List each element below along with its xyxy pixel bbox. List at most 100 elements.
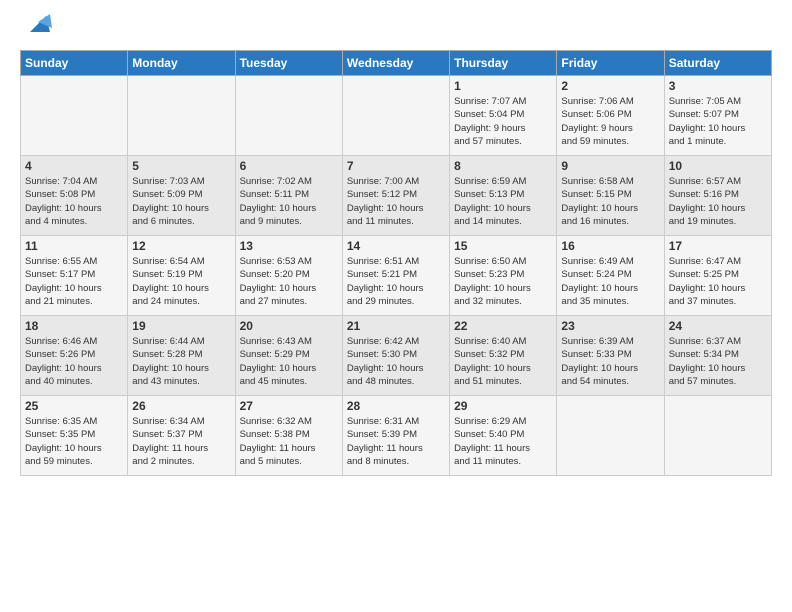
day-number: 15 [454,239,552,253]
calendar-cell: 9 Sunrise: 6:58 AM Sunset: 5:15 PM Daylig… [557,156,664,236]
week-row-4: 25 Sunrise: 6:35 AM Sunset: 5:35 PM Dayli… [21,396,772,476]
day-info: Sunrise: 6:59 AM Sunset: 5:13 PM Dayligh… [454,175,552,228]
calendar-table: SundayMondayTuesdayWednesdayThursdayFrid… [20,50,772,476]
day-number: 9 [561,159,659,173]
day-number: 6 [240,159,338,173]
day-info: Sunrise: 7:02 AM Sunset: 5:11 PM Dayligh… [240,175,338,228]
calendar-header: SundayMondayTuesdayWednesdayThursdayFrid… [21,51,772,76]
calendar-cell: 5 Sunrise: 7:03 AM Sunset: 5:09 PM Daylig… [128,156,235,236]
calendar-cell: 2 Sunrise: 7:06 AM Sunset: 5:06 PM Daylig… [557,76,664,156]
day-number: 27 [240,399,338,413]
day-info: Sunrise: 6:44 AM Sunset: 5:28 PM Dayligh… [132,335,230,388]
calendar-body: 1 Sunrise: 7:07 AM Sunset: 5:04 PM Daylig… [21,76,772,476]
calendar-cell: 29Sunrise: 6:29 AM Sunset: 5:40 PM Dayli… [450,396,557,476]
day-info: Sunrise: 7:07 AM Sunset: 5:04 PM Dayligh… [454,95,552,148]
header-cell-wednesday: Wednesday [342,51,449,76]
day-info: Sunrise: 7:06 AM Sunset: 5:06 PM Dayligh… [561,95,659,148]
day-number: 24 [669,319,767,333]
day-info: Sunrise: 6:37 AM Sunset: 5:34 PM Dayligh… [669,335,767,388]
calendar-cell [342,76,449,156]
calendar-cell [128,76,235,156]
header-cell-tuesday: Tuesday [235,51,342,76]
day-info: Sunrise: 6:58 AM Sunset: 5:15 PM Dayligh… [561,175,659,228]
day-number: 28 [347,399,445,413]
header-cell-saturday: Saturday [664,51,771,76]
day-number: 29 [454,399,552,413]
header-cell-monday: Monday [128,51,235,76]
calendar-cell: 27 Sunrise: 6:32 AM Sunset: 5:38 PM Dayli… [235,396,342,476]
header-row: SundayMondayTuesdayWednesdayThursdayFrid… [21,51,772,76]
calendar-cell: 25 Sunrise: 6:35 AM Sunset: 5:35 PM Dayli… [21,396,128,476]
day-number: 8 [454,159,552,173]
day-number: 14 [347,239,445,253]
day-number: 11 [25,239,123,253]
day-number: 19 [132,319,230,333]
calendar-cell: 26Sunrise: 6:34 AM Sunset: 5:37 PM Dayli… [128,396,235,476]
day-number: 7 [347,159,445,173]
calendar-cell: 12Sunrise: 6:54 AM Sunset: 5:19 PM Dayli… [128,236,235,316]
day-info: Sunrise: 6:46 AM Sunset: 5:26 PM Dayligh… [25,335,123,388]
day-info: Sunrise: 6:32 AM Sunset: 5:38 PM Dayligh… [240,415,338,468]
week-row-1: 4 Sunrise: 7:04 AM Sunset: 5:08 PM Daylig… [21,156,772,236]
logo-icon [22,8,54,40]
week-row-3: 18 Sunrise: 6:46 AM Sunset: 5:26 PM Dayli… [21,316,772,396]
day-info: Sunrise: 6:35 AM Sunset: 5:35 PM Dayligh… [25,415,123,468]
day-info: Sunrise: 6:57 AM Sunset: 5:16 PM Dayligh… [669,175,767,228]
day-number: 2 [561,79,659,93]
calendar-cell: 20 Sunrise: 6:43 AM Sunset: 5:29 PM Dayli… [235,316,342,396]
day-number: 16 [561,239,659,253]
day-number: 10 [669,159,767,173]
week-row-0: 1 Sunrise: 7:07 AM Sunset: 5:04 PM Daylig… [21,76,772,156]
day-number: 26 [132,399,230,413]
calendar-cell: 24 Sunrise: 6:37 AM Sunset: 5:34 PM Dayli… [664,316,771,396]
day-number: 25 [25,399,123,413]
header-cell-friday: Friday [557,51,664,76]
calendar-cell: 17 Sunrise: 6:47 AM Sunset: 5:25 PM Dayli… [664,236,771,316]
calendar-cell: 6 Sunrise: 7:02 AM Sunset: 5:11 PM Daylig… [235,156,342,236]
day-number: 1 [454,79,552,93]
header-cell-sunday: Sunday [21,51,128,76]
day-info: Sunrise: 6:31 AM Sunset: 5:39 PM Dayligh… [347,415,445,468]
calendar-cell: 16Sunrise: 6:49 AM Sunset: 5:24 PM Dayli… [557,236,664,316]
day-number: 20 [240,319,338,333]
day-info: Sunrise: 6:53 AM Sunset: 5:20 PM Dayligh… [240,255,338,308]
calendar-cell: 21Sunrise: 6:42 AM Sunset: 5:30 PM Dayli… [342,316,449,396]
day-info: Sunrise: 6:43 AM Sunset: 5:29 PM Dayligh… [240,335,338,388]
calendar-cell: 11Sunrise: 6:55 AM Sunset: 5:17 PM Dayli… [21,236,128,316]
week-row-2: 11Sunrise: 6:55 AM Sunset: 5:17 PM Dayli… [21,236,772,316]
calendar-cell: 28 Sunrise: 6:31 AM Sunset: 5:39 PM Dayli… [342,396,449,476]
day-number: 18 [25,319,123,333]
day-info: Sunrise: 6:50 AM Sunset: 5:23 PM Dayligh… [454,255,552,308]
day-info: Sunrise: 7:03 AM Sunset: 5:09 PM Dayligh… [132,175,230,228]
day-number: 17 [669,239,767,253]
calendar-cell [21,76,128,156]
day-number: 21 [347,319,445,333]
header [20,16,772,40]
day-info: Sunrise: 6:51 AM Sunset: 5:21 PM Dayligh… [347,255,445,308]
calendar-cell: 4 Sunrise: 7:04 AM Sunset: 5:08 PM Daylig… [21,156,128,236]
calendar-cell [235,76,342,156]
calendar-cell: 19 Sunrise: 6:44 AM Sunset: 5:28 PM Dayli… [128,316,235,396]
calendar-cell: 13 Sunrise: 6:53 AM Sunset: 5:20 PM Dayli… [235,236,342,316]
day-number: 22 [454,319,552,333]
day-number: 4 [25,159,123,173]
calendar-cell: 22 Sunrise: 6:40 AM Sunset: 5:32 PM Dayli… [450,316,557,396]
calendar-cell: 3Sunrise: 7:05 AM Sunset: 5:07 PM Daylig… [664,76,771,156]
page: SundayMondayTuesdayWednesdayThursdayFrid… [0,0,792,486]
calendar-cell: 14 Sunrise: 6:51 AM Sunset: 5:21 PM Dayli… [342,236,449,316]
day-info: Sunrise: 6:40 AM Sunset: 5:32 PM Dayligh… [454,335,552,388]
calendar-cell: 10 Sunrise: 6:57 AM Sunset: 5:16 PM Dayli… [664,156,771,236]
calendar-cell: 1 Sunrise: 7:07 AM Sunset: 5:04 PM Daylig… [450,76,557,156]
day-info: Sunrise: 7:04 AM Sunset: 5:08 PM Dayligh… [25,175,123,228]
calendar-cell: 15 Sunrise: 6:50 AM Sunset: 5:23 PM Dayli… [450,236,557,316]
header-cell-thursday: Thursday [450,51,557,76]
day-number: 23 [561,319,659,333]
logo [20,16,54,40]
calendar-cell: 23Sunrise: 6:39 AM Sunset: 5:33 PM Dayli… [557,316,664,396]
day-number: 13 [240,239,338,253]
day-number: 3 [669,79,767,93]
calendar-cell: 8 Sunrise: 6:59 AM Sunset: 5:13 PM Daylig… [450,156,557,236]
calendar-cell: 18 Sunrise: 6:46 AM Sunset: 5:26 PM Dayli… [21,316,128,396]
day-info: Sunrise: 6:47 AM Sunset: 5:25 PM Dayligh… [669,255,767,308]
day-number: 5 [132,159,230,173]
